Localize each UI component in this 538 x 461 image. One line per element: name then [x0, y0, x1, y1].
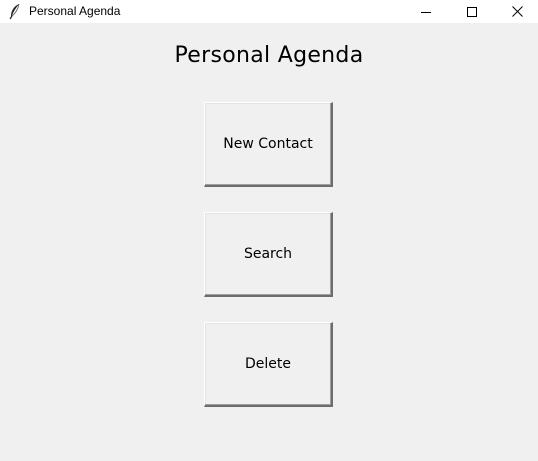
minimize-button[interactable] — [403, 0, 449, 23]
close-icon — [511, 6, 523, 17]
delete-button[interactable]: Delete — [204, 322, 333, 407]
minimize-icon — [421, 7, 431, 17]
window-content: Personal Agenda New Contact Search Delet… — [0, 23, 538, 461]
page-title: Personal Agenda — [174, 43, 364, 68]
search-button[interactable]: Search — [204, 212, 333, 297]
maximize-button[interactable] — [449, 0, 495, 23]
window-titlebar[interactable]: Personal Agenda — [0, 0, 538, 23]
feather-icon — [8, 3, 22, 20]
window-title: Personal Agenda — [29, 4, 121, 18]
close-button[interactable] — [494, 0, 538, 23]
maximize-icon — [467, 6, 477, 17]
new-contact-button[interactable]: New Contact — [204, 102, 333, 187]
